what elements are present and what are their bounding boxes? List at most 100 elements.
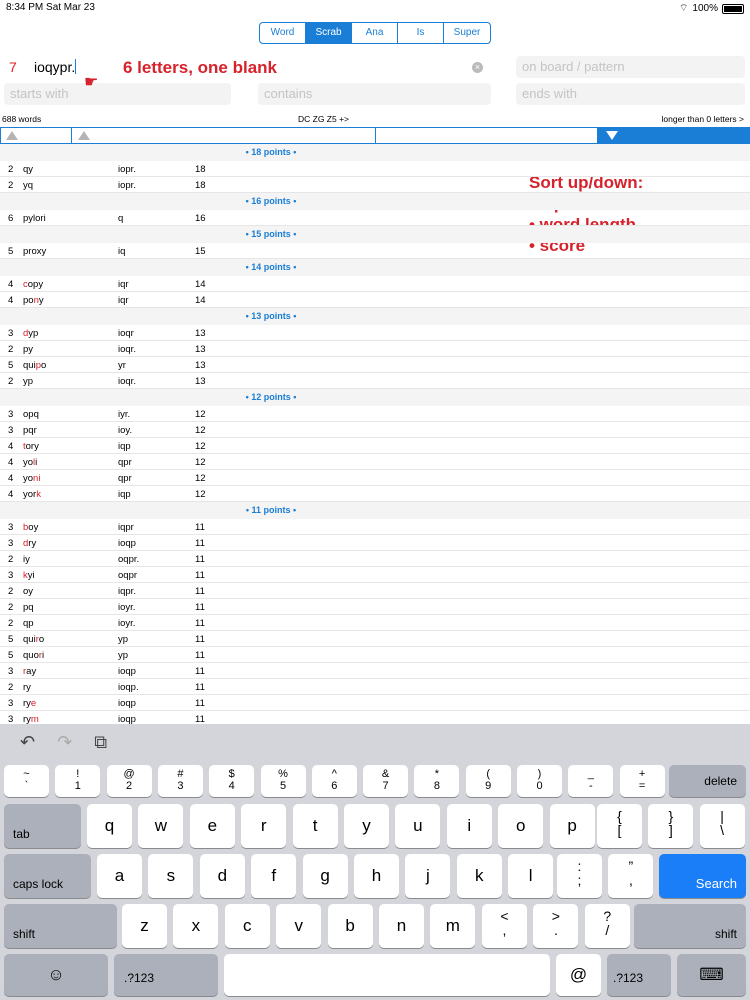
redo-icon[interactable]: ↷ [57,732,72,753]
key-punct[interactable]: <, [482,904,527,948]
key-w[interactable]: w [138,804,184,848]
key-s[interactable]: s [148,854,194,898]
num-mode-key-right[interactable]: .?123 [607,954,671,996]
result-row[interactable]: 3 ray ioqp 11 [0,663,750,679]
key-v[interactable]: v [276,904,322,948]
result-row[interactable]: 3 boy iqpr 11 [0,519,750,535]
sort-score-button[interactable] [598,128,749,143]
result-row[interactable]: 3 pqr ioy. 12 [0,422,750,438]
sort-length-button[interactable] [1,128,72,143]
delete-key[interactable]: delete [669,765,746,797]
shift-left-key[interactable]: shift [4,904,117,948]
undo-icon[interactable]: ↶ [20,732,35,753]
key-o[interactable]: o [498,804,544,848]
result-row[interactable]: 2 yp ioqr. 13 [0,373,750,389]
key-t[interactable]: t [292,804,338,848]
key-x[interactable]: x [173,904,219,948]
key-num-6[interactable]: ^ 6 [311,765,357,797]
ends-with-field[interactable]: ends with [516,83,745,105]
result-row[interactable]: 2 iy oqpr. 11 [0,551,750,567]
tab-is[interactable]: Is [398,23,444,43]
key-g[interactable]: g [302,854,348,898]
result-row[interactable]: 3 rym ioqp 11 [0,711,750,724]
length-filter[interactable]: longer than 0 letters > [662,114,744,124]
key-punct[interactable]: ”, [608,854,654,898]
key-punct[interactable]: | \ [699,804,745,848]
result-row[interactable]: 5 quori yp 11 [0,647,750,663]
tab-word[interactable]: Word [260,23,306,43]
sort-alphabet-button[interactable] [72,128,376,143]
result-row[interactable]: 2 ry ioqp. 11 [0,679,750,695]
tab-ana[interactable]: Ana [352,23,398,43]
result-row[interactable]: 3 rye ioqp 11 [0,695,750,711]
result-row[interactable]: 2 yq iopr. 18 [0,177,750,193]
key-num-1[interactable]: ! 1 [55,765,101,797]
result-row[interactable]: 2 qy iopr. 18 [0,161,750,177]
key-k[interactable]: k [456,854,502,898]
result-row[interactable]: 3 opq iyr. 12 [0,406,750,422]
result-row[interactable]: 6 pylori q 16 [0,210,750,226]
key-punct[interactable]: :; [557,854,602,898]
key-e[interactable]: e [189,804,235,848]
result-row[interactable]: 3 dyp ioqr 13 [0,325,750,341]
key-m[interactable]: m [430,904,476,948]
key-h[interactable]: h [354,854,399,898]
tab-key[interactable]: tab [4,804,81,848]
result-row[interactable]: 4 tory iqp 12 [0,438,750,454]
result-row[interactable]: 4 copy iqr 14 [0,276,750,292]
key-num-4[interactable]: $4 [209,765,255,797]
key-num-12[interactable]: + = [619,765,665,797]
key-num-9[interactable]: (9 [465,765,511,797]
result-row[interactable]: 4 pony iqr 14 [0,292,750,308]
key-num-3[interactable]: #3 [157,765,203,797]
clear-icon[interactable]: × [472,62,483,73]
paste-icon[interactable]: ⧉ [94,732,107,753]
key-punct[interactable]: ? / [584,904,630,948]
key-q[interactable]: q [87,804,132,848]
key-c[interactable]: c [224,904,270,948]
key-i[interactable]: i [446,804,492,848]
result-row[interactable]: 5 quiro yp 11 [0,631,750,647]
space-key[interactable] [224,954,550,996]
result-row[interactable]: 3 dry ioqp 11 [0,535,750,551]
at-key[interactable]: @ [556,954,601,996]
key-p[interactable]: p [549,804,595,848]
key-num-0[interactable]: ~ ` [4,765,49,797]
key-punct[interactable]: >. [533,904,579,948]
key-a[interactable]: a [97,854,142,898]
key-num-10[interactable]: ) 0 [517,765,562,797]
result-row[interactable]: 4 yoni qpr 12 [0,470,750,486]
key-r[interactable]: r [241,804,287,848]
key-u[interactable]: u [395,804,441,848]
pattern-field[interactable]: on board / pattern [516,56,745,78]
result-row[interactable]: 5 proxy iq 15 [0,243,750,259]
shift-right-key[interactable]: shift [634,904,746,948]
key-num-8[interactable]: * 8 [414,765,460,797]
result-row[interactable]: 2 pq ioyr. 11 [0,599,750,615]
dictionary-selector[interactable]: DC ZG Z5 +> [298,114,349,124]
key-f[interactable]: f [251,854,297,898]
tab-scrab[interactable]: Scrab [306,23,352,43]
result-row[interactable]: 4 york iqp 12 [0,486,750,502]
starts-with-field[interactable]: starts with [4,83,231,105]
key-punct[interactable]: }] [648,804,694,848]
hide-keyboard-key[interactable]: ⌨ [677,954,746,996]
contains-field[interactable]: contains [258,83,491,105]
result-row[interactable]: 2 py ioqr. 13 [0,341,750,357]
emoji-key[interactable]: ☺ [4,954,108,996]
key-num-5[interactable]: % 5 [260,765,306,797]
tab-super[interactable]: Super [444,23,490,43]
key-z[interactable]: z [122,904,167,948]
result-row[interactable]: 2 oy iqpr. 11 [0,583,750,599]
result-row[interactable]: 5 quipo yr 13 [0,357,750,373]
key-y[interactable]: y [344,804,389,848]
key-b[interactable]: b [327,904,373,948]
key-num-2[interactable]: @2 [106,765,152,797]
caps-lock-key[interactable]: caps lock [4,854,91,898]
result-row[interactable]: 2 qp ioyr. 11 [0,615,750,631]
search-key[interactable]: Search [659,854,746,898]
results-list[interactable]: • 18 points • 2 qy iopr. 18 2 yq iopr. 18 • 16 po… [0,144,750,724]
num-mode-key[interactable]: .?123 [114,954,218,996]
key-l[interactable]: l [508,854,554,898]
sort-rack-button[interactable] [376,128,598,143]
